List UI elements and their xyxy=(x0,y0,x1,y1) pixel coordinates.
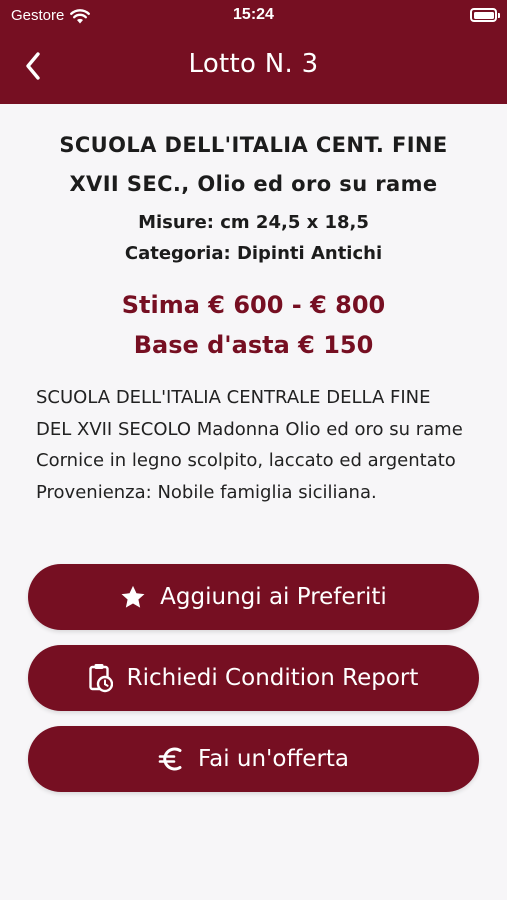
add-to-favorites-button[interactable]: Aggiungi ai Preferiti xyxy=(28,564,479,630)
battery-icon xyxy=(470,8,500,22)
lot-detail: SCUOLA DELL'ITALIA CENT. FINE XVII SEC.,… xyxy=(0,104,507,508)
lot-category: Categoria: Dipinti Antichi xyxy=(124,243,383,264)
lot-estimate: Stima € 600 - € 800 xyxy=(121,291,386,319)
navigation-bar: Gestore 15:24 Lotto N. 3 xyxy=(0,0,507,104)
lot-base-price: Base d'asta € 150 xyxy=(133,331,374,359)
lot-measures: Misure: cm 24,5 x 18,5 xyxy=(138,212,369,233)
condition-report-label: Richiedi Condition Report xyxy=(126,665,419,691)
condition-report-button[interactable]: Richiedi Condition Report xyxy=(28,645,479,711)
make-offer-button[interactable]: Fai un'offerta xyxy=(28,726,479,792)
page-title: Lotto N. 3 xyxy=(188,49,319,79)
lot-description: SCUOLA DELL'ITALIA CENTRALE DELLA FINE D… xyxy=(36,387,463,503)
status-time: 15:24 xyxy=(233,6,274,23)
make-offer-label: Fai un'offerta xyxy=(197,746,350,772)
add-to-favorites-label: Aggiungi ai Preferiti xyxy=(160,584,387,610)
lot-title: SCUOLA DELL'ITALIA CENT. FINE XVII SEC.,… xyxy=(59,133,448,196)
euro-icon xyxy=(158,747,182,771)
star-icon xyxy=(121,585,145,608)
clipboard-clock-icon xyxy=(88,664,113,693)
status-bar: Gestore 15:24 xyxy=(0,0,507,32)
